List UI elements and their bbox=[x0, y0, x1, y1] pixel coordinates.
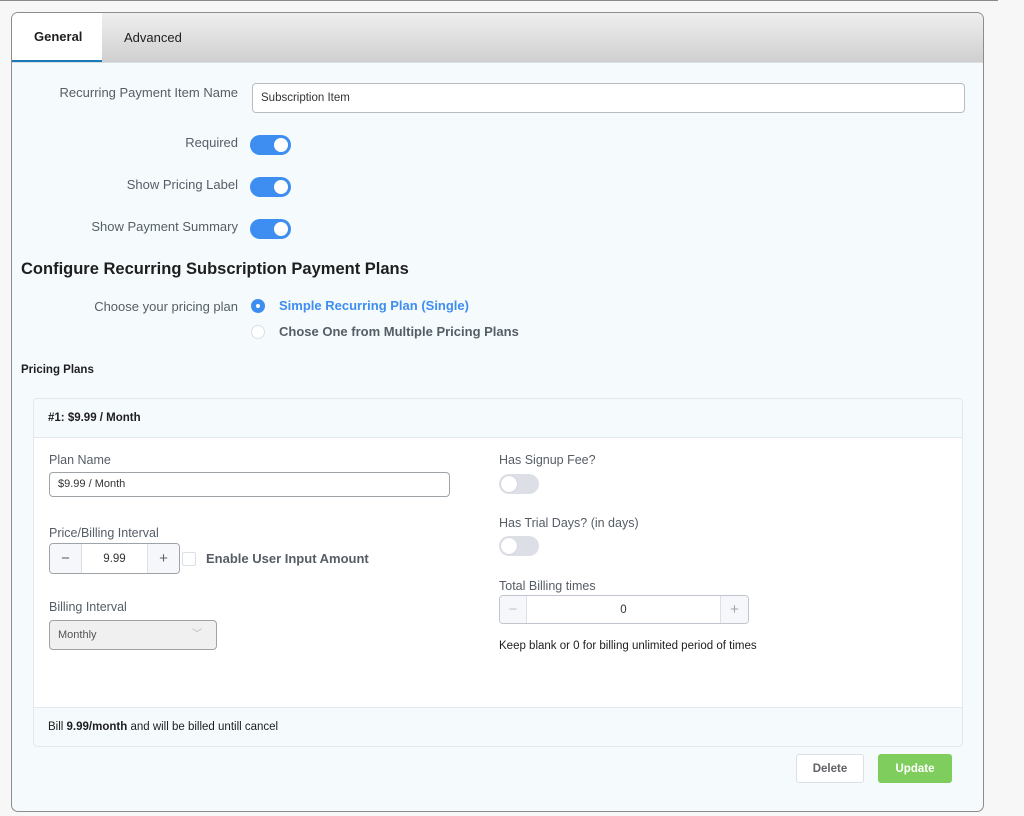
summary-prefix: Bill bbox=[48, 721, 67, 733]
pricing-plan-card: #1: $9.99 / Month Plan Name $9.99 / Mont… bbox=[33, 398, 963, 747]
chevron-down-icon: ﹀ bbox=[192, 629, 202, 640]
plan-card-header: #1: $9.99 / Month bbox=[34, 399, 962, 438]
radio-multiple-plans[interactable]: Chose One from Multiple Pricing Plans bbox=[251, 324, 519, 339]
signup-fee-toggle[interactable] bbox=[499, 474, 539, 494]
radio-unchecked-icon bbox=[251, 324, 265, 339]
price-stepper: − 9.99 + bbox=[49, 543, 180, 574]
show-pricing-label-label: Show Pricing Label bbox=[126, 177, 238, 192]
plan-summary: Bill 9.99/month and will be billed until… bbox=[34, 707, 962, 746]
summary-amount: 9.99/month bbox=[66, 721, 128, 733]
show-payment-summary-toggle[interactable] bbox=[250, 219, 291, 239]
price-decrement-button[interactable]: − bbox=[50, 544, 82, 573]
signup-fee-label: Has Signup Fee? bbox=[499, 453, 596, 467]
total-billing-decrement-button[interactable]: − bbox=[500, 596, 527, 623]
choose-plan-label: Choose your pricing plan bbox=[94, 299, 238, 314]
checkbox-box bbox=[182, 551, 196, 566]
billing-interval-select[interactable]: Monthly ﹀ bbox=[49, 620, 217, 650]
enable-user-input-label: Enable User Input Amount bbox=[206, 551, 369, 566]
total-billing-hint: Keep blank or 0 for billing unlimited pe… bbox=[499, 640, 757, 652]
show-pricing-label-toggle[interactable] bbox=[250, 177, 291, 197]
show-payment-summary-label: Show Payment Summary bbox=[91, 219, 238, 234]
required-label: Required bbox=[185, 135, 238, 150]
pricing-plans-heading: Pricing Plans bbox=[21, 364, 94, 376]
settings-panel: General Advanced Recurring Payment Item … bbox=[11, 12, 984, 812]
price-value-input[interactable]: 9.99 bbox=[82, 544, 147, 573]
tab-general[interactable]: General bbox=[12, 13, 102, 62]
billing-interval-label: Billing Interval bbox=[49, 600, 127, 614]
enable-user-input-checkbox[interactable]: Enable User Input Amount bbox=[182, 551, 369, 566]
section-title: Configure Recurring Subscription Payment… bbox=[21, 260, 409, 278]
plan-name-input[interactable]: $9.99 / Month bbox=[49, 472, 450, 497]
tab-advanced[interactable]: Advanced bbox=[102, 13, 204, 62]
radio-simple-plan[interactable]: Simple Recurring Plan (Single) bbox=[251, 298, 469, 313]
radio-simple-plan-label: Simple Recurring Plan (Single) bbox=[279, 298, 469, 313]
top-divider bbox=[0, 0, 998, 1]
item-name-label: Recurring Payment Item Name bbox=[59, 85, 238, 100]
plan-name-label: Plan Name bbox=[49, 453, 111, 467]
price-label: Price/Billing Interval bbox=[49, 526, 159, 540]
total-billing-stepper: − 0 + bbox=[499, 595, 749, 624]
total-billing-increment-button[interactable]: + bbox=[720, 596, 748, 623]
update-button[interactable]: Update bbox=[878, 754, 952, 783]
radio-checked-icon bbox=[251, 298, 265, 313]
price-increment-button[interactable]: + bbox=[147, 544, 179, 573]
billing-interval-value: Monthly bbox=[58, 629, 97, 641]
tab-bar: General Advanced bbox=[12, 13, 983, 63]
summary-suffix: and will be billed untill cancel bbox=[127, 721, 279, 733]
total-billing-label: Total Billing times bbox=[499, 579, 596, 593]
radio-multiple-plans-label: Chose One from Multiple Pricing Plans bbox=[279, 324, 519, 339]
trial-days-toggle[interactable] bbox=[499, 536, 539, 556]
delete-button[interactable]: Delete bbox=[796, 754, 864, 783]
total-billing-input[interactable]: 0 bbox=[527, 596, 720, 623]
trial-days-label: Has Trial Days? (in days) bbox=[499, 516, 639, 530]
required-toggle[interactable] bbox=[250, 135, 291, 155]
item-name-input[interactable]: Subscription Item bbox=[252, 83, 965, 113]
